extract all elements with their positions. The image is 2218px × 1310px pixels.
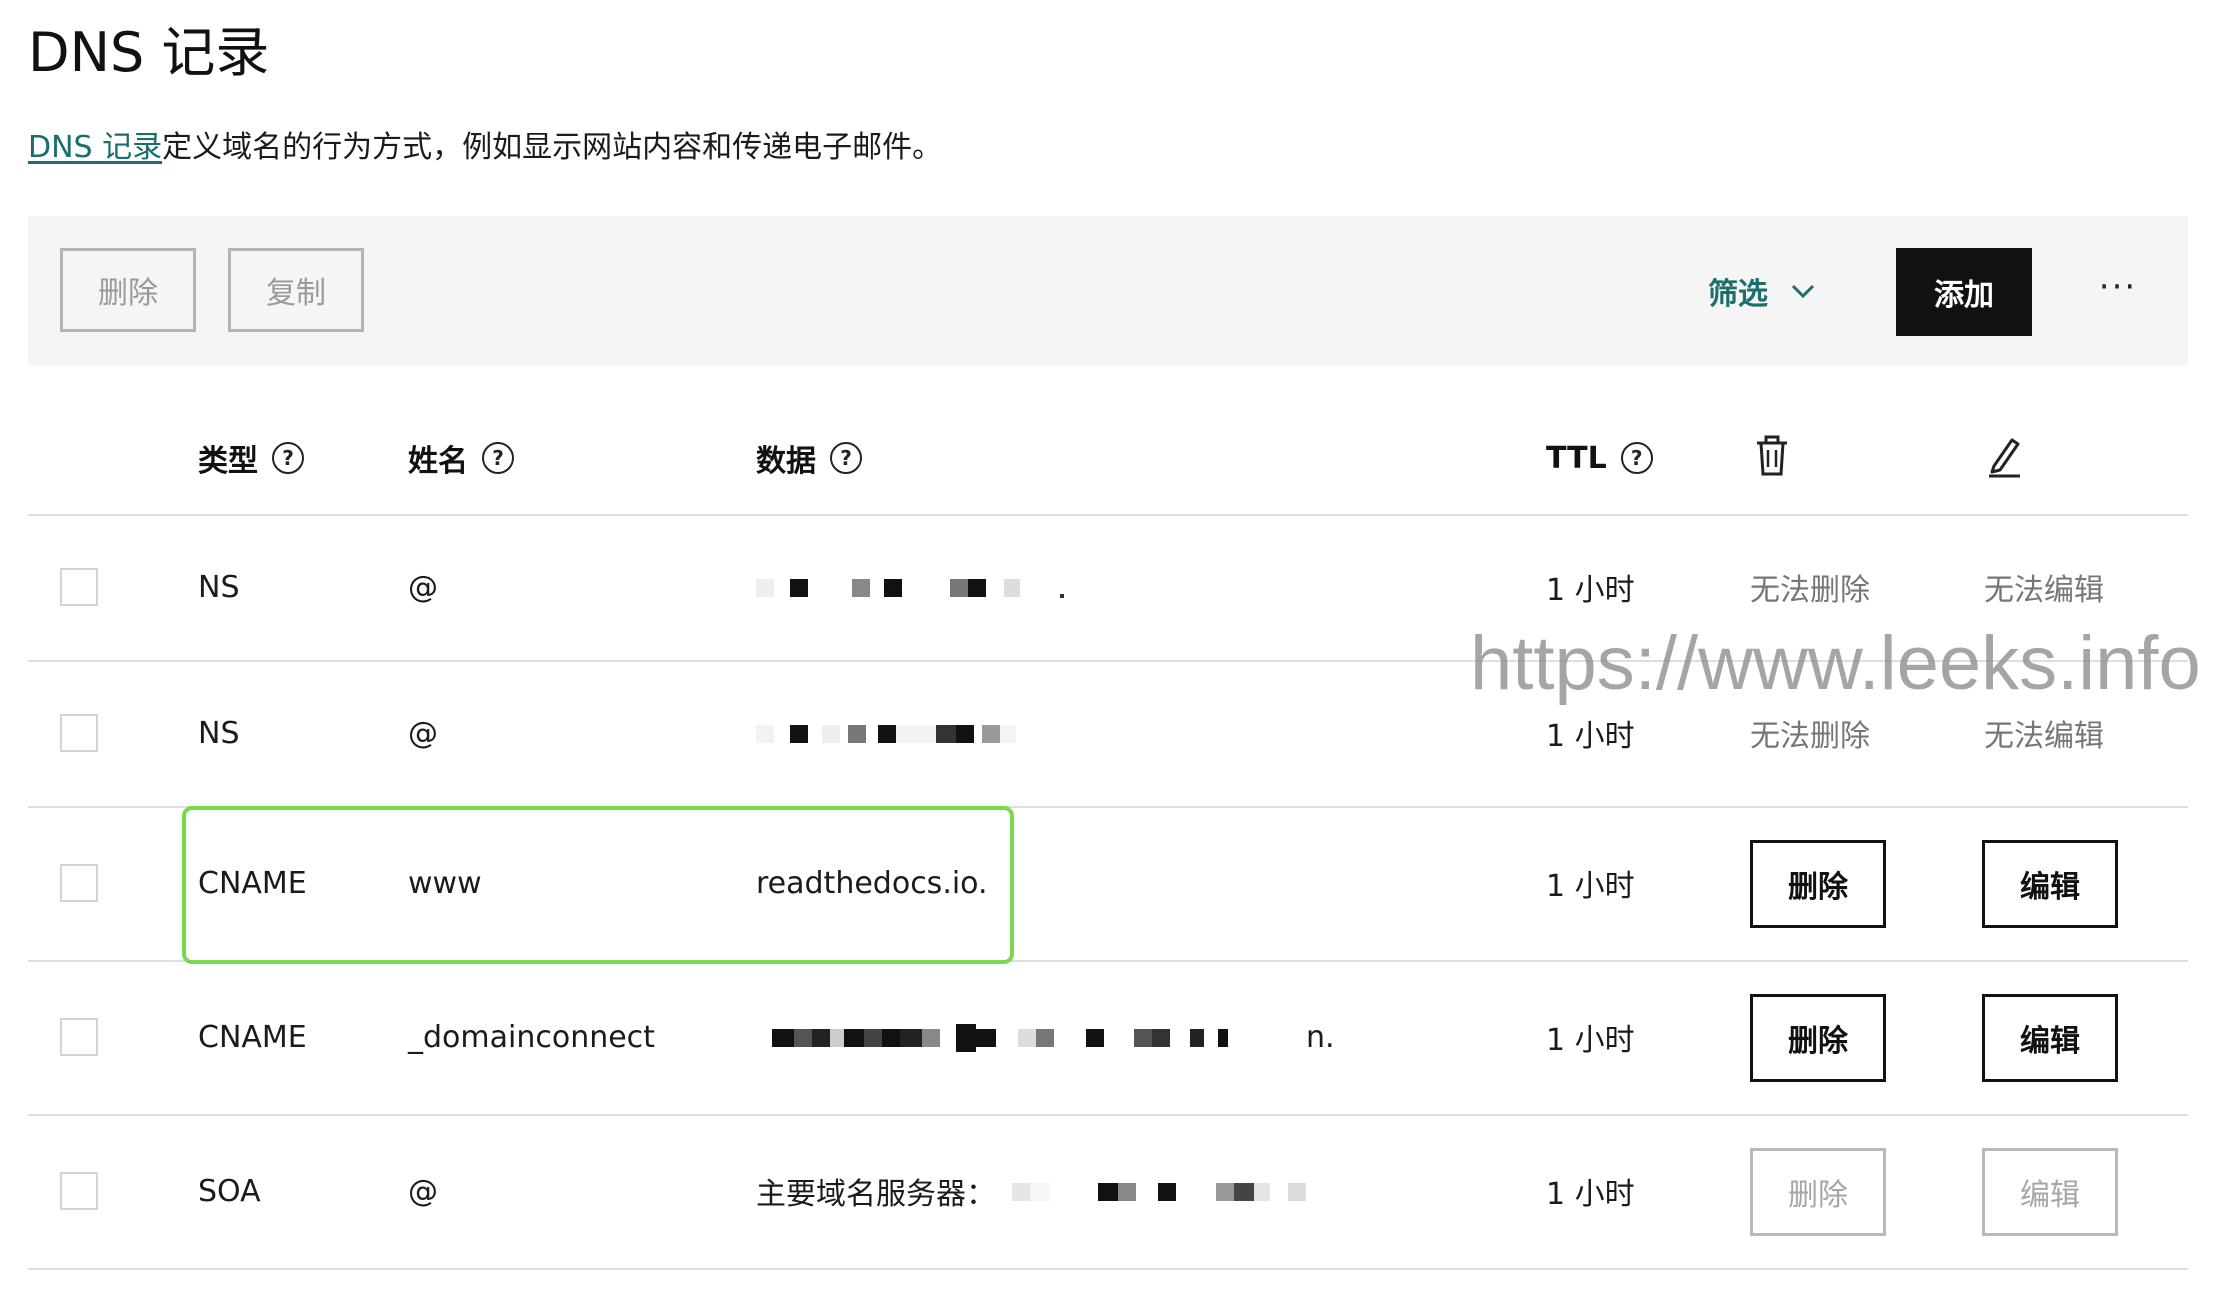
row-data-tail: n. [1306, 1019, 1335, 1055]
redacted-data [756, 568, 1064, 608]
row-name: @ [408, 1173, 438, 1209]
header-data: 数据 ? [756, 430, 862, 486]
row-name: @ [408, 569, 438, 605]
delete-record-button[interactable]: 删除 [1750, 840, 1886, 928]
question-circle-icon[interactable]: ? [830, 442, 862, 474]
table-divider [28, 514, 2188, 516]
row-ttl: 1 小时 [1546, 1177, 1635, 1212]
trash-icon [1757, 435, 1787, 476]
highlight-box [182, 806, 1014, 964]
edit-record-button[interactable]: 编辑 [1982, 994, 2118, 1082]
row-ttl: 1 小时 [1546, 1023, 1635, 1058]
pencil-icon [1989, 438, 2020, 478]
delete-record-button[interactable]: 删除 [1750, 1148, 1886, 1236]
cannot-delete-label: 无法删除 [1750, 573, 1870, 608]
row-checkbox[interactable] [60, 864, 98, 902]
row-type: NS [198, 569, 240, 605]
table-divider [28, 1268, 2188, 1270]
question-circle-icon[interactable]: ? [482, 442, 514, 474]
filter-label: 筛选 [1708, 277, 1768, 312]
row-ttl: 1 小时 [1546, 719, 1635, 754]
delete-record-button[interactable]: 删除 [1750, 994, 1886, 1082]
row-type: SOA [198, 1173, 261, 1209]
row-type: CNAME [198, 1019, 307, 1055]
row-name: @ [408, 715, 438, 751]
filter-dropdown[interactable]: 筛选 [1708, 266, 1816, 316]
redacted-data [772, 1018, 1228, 1058]
watermark-text: https://www.leeks.info [1470, 621, 2201, 706]
cannot-edit-label: 无法编辑 [1984, 719, 2104, 754]
chevron-down-icon [1791, 284, 1815, 299]
row-ttl: 1 小时 [1546, 869, 1635, 904]
page-title: DNS 记录 [28, 21, 270, 84]
dns-records-link[interactable]: DNS 记录 [28, 130, 162, 165]
row-ttl: 1 小时 [1546, 573, 1635, 608]
header-type: 类型 ? [198, 430, 304, 486]
toolbar: 删除 复制 筛选 添加 ··· [28, 216, 2188, 366]
row-checkbox[interactable] [60, 714, 98, 752]
row-data: 主要域名服务器： [756, 1177, 996, 1212]
bulk-copy-button[interactable]: 复制 [228, 248, 364, 332]
edit-record-button[interactable]: 编辑 [1982, 1148, 2118, 1236]
row-checkbox[interactable] [60, 568, 98, 606]
description-text: 定义域名的行为方式，例如显示网站内容和传递电子邮件。 [162, 130, 943, 165]
redacted-data [1012, 1172, 1306, 1212]
add-record-button[interactable]: 添加 [1896, 248, 2032, 336]
cannot-edit-label: 无法编辑 [1984, 573, 2104, 608]
redacted-data [756, 714, 1016, 754]
cannot-delete-label: 无法删除 [1750, 719, 1870, 754]
header-ttl: TTL ? [1546, 430, 1653, 486]
edit-record-button[interactable]: 编辑 [1982, 840, 2118, 928]
bulk-delete-button[interactable]: 删除 [60, 248, 196, 332]
question-circle-icon[interactable]: ? [272, 442, 304, 474]
row-type: NS [198, 715, 240, 751]
row-checkbox[interactable] [60, 1172, 98, 1210]
row-checkbox[interactable] [60, 1018, 98, 1056]
header-name: 姓名 ? [408, 430, 514, 486]
page-description: DNS 记录定义域名的行为方式，例如显示网站内容和传递电子邮件。 [28, 122, 942, 166]
question-circle-icon[interactable]: ? [1620, 442, 1653, 474]
row-name: _domainconnect [408, 1019, 655, 1055]
table-divider [28, 1114, 2188, 1116]
more-options-icon[interactable]: ··· [2088, 262, 2148, 312]
